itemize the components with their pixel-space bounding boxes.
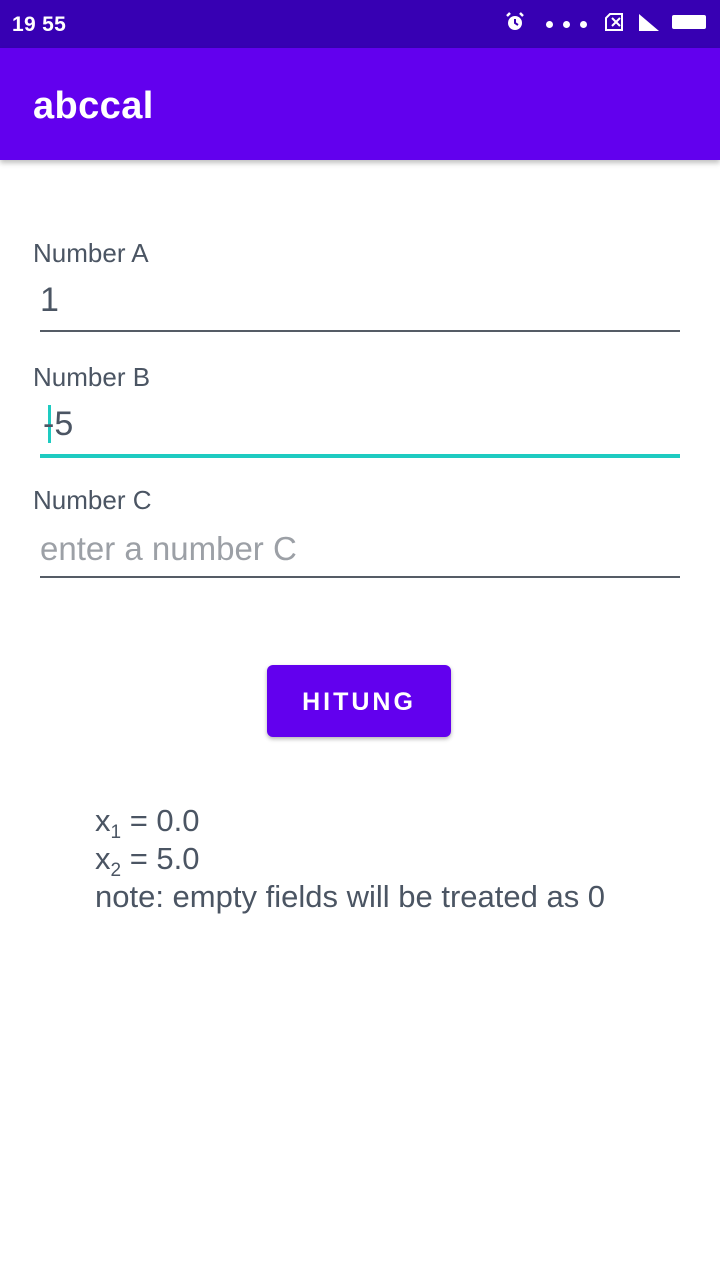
x2-variable: x (95, 841, 111, 876)
battery-icon (672, 14, 708, 35)
no-sim-icon (604, 12, 626, 37)
result-note: note: empty fields will be treated as 0 (95, 879, 606, 914)
alarm-icon (505, 11, 525, 37)
status-icons (493, 11, 708, 37)
number-a-value: 1 (40, 281, 59, 319)
signal-icon (638, 12, 660, 37)
hitung-button[interactable]: HITUNG (267, 665, 451, 737)
number-b-field[interactable]: -5 (40, 394, 680, 458)
dots-icon (541, 20, 592, 28)
x1-variable: x (95, 803, 111, 838)
app-bar: abccal (0, 48, 720, 160)
number-b-sign: - (43, 405, 55, 443)
number-c-label: Number C (33, 485, 152, 515)
number-b-label: Number B (33, 362, 151, 392)
number-a-label: Number A (33, 238, 149, 268)
status-bar: 19 55 (0, 0, 720, 48)
number-a-field[interactable]: 1 (40, 270, 680, 332)
x1-value: = 0.0 (121, 803, 200, 838)
x2-value: = 5.0 (121, 841, 200, 876)
number-c-placeholder: enter a number C (40, 530, 297, 567)
app-title: abccal (33, 85, 154, 127)
number-c-field[interactable]: enter a number C (40, 516, 680, 578)
number-b-value: -5 (40, 405, 73, 444)
status-time: 19 55 (12, 13, 67, 36)
number-b-digits: 5 (54, 405, 74, 443)
